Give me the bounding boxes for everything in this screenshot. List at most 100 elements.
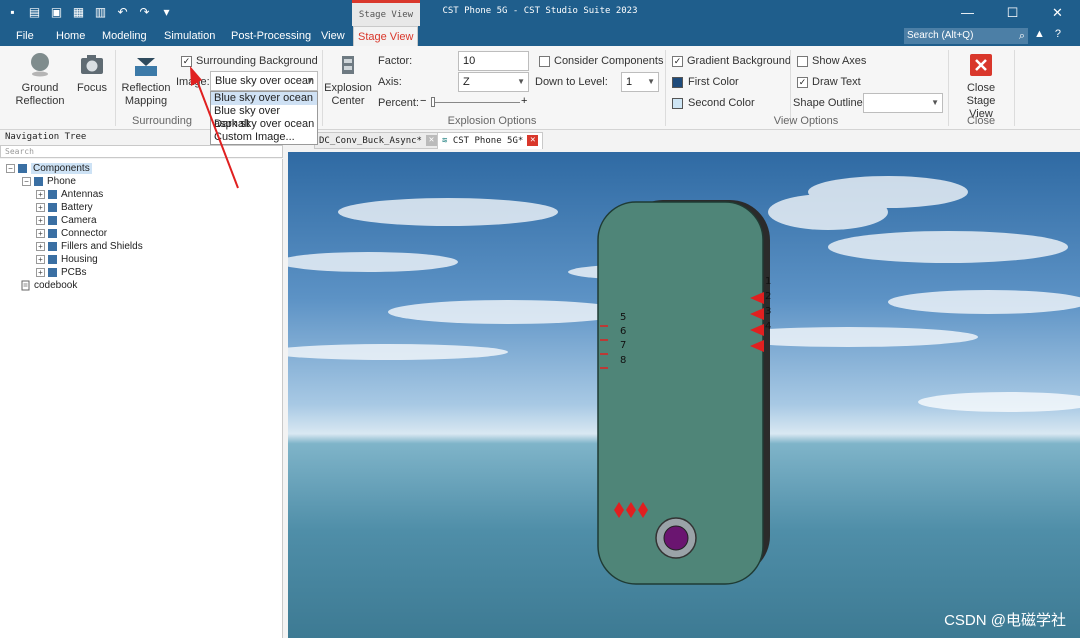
print-icon[interactable]: ▥ [92,4,109,21]
doc-tab-dc-conv[interactable]: DC_Conv_Buck_Async* ✕ [314,132,442,149]
expand-icon[interactable]: + [36,268,45,277]
dropdown-option[interactable]: Custom Image... [211,131,317,144]
show-axes-checkbox[interactable]: Show Axes [797,55,866,67]
ground-reflection-button[interactable]: Ground Reflection [12,52,68,108]
maximize-icon[interactable]: ☐ [990,0,1035,26]
tree-node-battery[interactable]: + Battery [36,201,93,214]
slider-thumb[interactable] [431,97,435,107]
tab-home[interactable]: Home [52,26,89,46]
percent-slider[interactable]: − + [420,95,530,110]
stage-view-context-label: Stage View [352,0,420,26]
save-icon[interactable]: ▣ [48,4,65,21]
expand-icon[interactable]: + [36,255,45,264]
group-explosion-label: Explosion Options [447,115,537,127]
consider-components-checkbox[interactable]: Consider Components [539,55,663,67]
camera-lens[interactable] [663,525,689,551]
second-color-button[interactable]: Second Color [672,97,755,109]
tab-file[interactable]: File [12,26,38,46]
tree-node-codebook[interactable]: codebook [20,279,77,292]
axis-select[interactable]: Z ▼ [458,72,529,92]
customize-qat-icon[interactable]: ▾ [158,4,175,21]
tree-node-phone[interactable]: − Phone [22,175,76,188]
close-tab-icon[interactable]: ✕ [425,135,437,146]
tree-node-components[interactable]: − Components [6,162,92,175]
shape-outline-select[interactable]: ▼ [863,93,943,113]
ribbon-separator [948,50,949,126]
menu-bar: File Home Modeling Simulation Post-Proce… [0,26,1080,46]
tree-node-camera[interactable]: + Camera [36,214,97,227]
down-to-level-value: 1 [626,76,633,88]
close-window-icon[interactable]: ✕ [1035,0,1080,26]
undo-icon[interactable]: ↶ [114,4,131,21]
document-tabs: DC_Conv_Buck_Async* ✕ ≋ CST Phone 5G* ✕ [288,130,1080,150]
dropdown-option[interactable]: Blue sky over asphalt [211,105,317,130]
tree-node-fillers-shields[interactable]: + Fillers and Shields [36,240,143,253]
tree-node-antennas[interactable]: + Antennas [36,188,103,201]
component-icon [34,177,43,186]
checkbox-checked-icon: ✓ [672,55,683,67]
nav-search-input[interactable]: Search [0,145,283,158]
close-stage-view-button[interactable]: Close Stage View [952,52,1010,121]
component-icon [48,190,57,199]
image-select[interactable]: Blue sky over ocean ▼ [210,71,318,91]
expand-icon[interactable]: + [36,190,45,199]
gradient-background-checkbox[interactable]: ✓ Gradient Background [672,55,791,67]
port-label: 8 [620,355,626,366]
expand-icon[interactable]: + [36,242,45,251]
tab-stage-view[interactable]: Stage View [353,26,419,46]
tree-node-housing[interactable]: + Housing [36,253,98,266]
3d-viewport[interactable]: 1 2 3 4 5 6 7 8 CSDN @电磁学社 [288,152,1080,638]
tree-node-label: Housing [61,254,98,265]
collapse-icon[interactable]: − [22,177,31,186]
first-color-swatch [672,76,683,88]
group-close-label: Close [966,115,996,127]
tree-node-label: Antennas [61,189,104,200]
window-controls: — ☐ ✕ [945,0,1080,26]
collapse-ribbon-icon[interactable]: ▲ [1034,28,1045,40]
checkbox-unchecked-icon [539,55,550,67]
dropdown-option[interactable]: Dark sky over ocean [211,118,317,131]
expand-icon[interactable]: + [36,203,45,212]
ground-reflection-label: Ground Reflection [15,82,65,107]
expand-icon[interactable]: + [36,216,45,225]
tab-modeling[interactable]: Modeling [98,26,151,46]
explosion-center-button[interactable]: Explosion Center [324,52,372,108]
down-to-level-select[interactable]: 1 ▼ [621,72,659,92]
new-file-icon[interactable]: ▪ [4,4,21,21]
ribbon: Ground Reflection Focus Reflection Mappi… [0,46,1080,130]
tab-view[interactable]: View [317,26,349,46]
close-icon [970,54,992,76]
factor-input[interactable]: 10 [458,51,529,71]
focus-button[interactable]: Focus [74,52,110,95]
component-icon [18,164,27,173]
minimize-icon[interactable]: — [945,0,990,26]
help-icon[interactable]: ? [1055,28,1061,40]
collapse-icon[interactable]: − [6,164,15,173]
factor-label: Factor: [378,55,413,67]
menu-right-controls: ▲ ? [1034,28,1061,40]
tree-node-pcbs[interactable]: + PCBs [36,266,87,279]
draw-text-checkbox[interactable]: ✓ Draw Text [797,76,861,88]
close-tab-icon[interactable]: ✕ [527,135,539,146]
reflection-mapping-button[interactable]: Reflection Mapping [118,52,174,108]
chevron-down-icon: ▼ [931,98,939,107]
tree-node-connector[interactable]: + Connector [36,227,107,240]
antenna-ports-bottom [614,502,648,518]
redo-icon[interactable]: ↷ [136,4,153,21]
component-icon [48,203,57,212]
first-color-button[interactable]: First Color [672,76,739,88]
gradient-background-label: Gradient Background [687,55,791,67]
axis-value: Z [463,76,470,88]
dropdown-option[interactable]: Blue sky over ocean [211,92,317,105]
open-file-icon[interactable]: ▤ [26,4,43,21]
second-color-swatch [672,97,683,109]
tab-post-processing[interactable]: Post-Processing [227,26,315,46]
save-all-icon[interactable]: ▦ [70,4,87,21]
shape-outline-label: Shape Outline: [793,97,866,109]
expand-icon[interactable]: + [36,229,45,238]
surrounding-background-checkbox[interactable]: ✓ Surrounding Background [181,55,318,67]
search-input[interactable]: Search (Alt+Q) ⌕ [904,28,1028,44]
port-label: 6 [620,326,626,337]
tab-simulation[interactable]: Simulation [160,26,219,46]
doc-tab-cst-phone[interactable]: ≋ CST Phone 5G* ✕ [437,132,544,149]
